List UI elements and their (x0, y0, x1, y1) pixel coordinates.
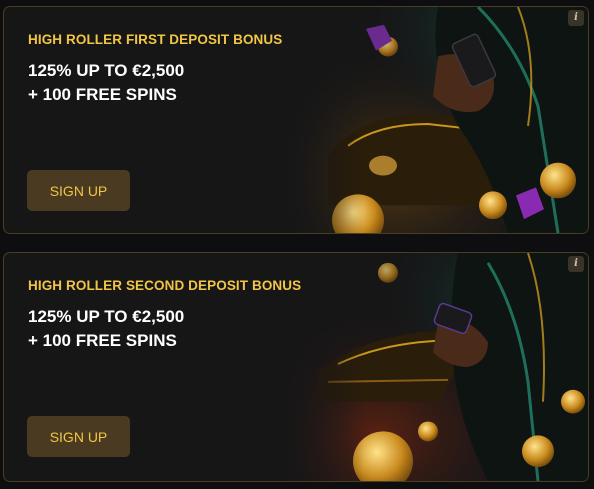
bonus-offer: 125% UP TO €2,500 + 100 FREE SPINS (28, 59, 184, 107)
bonus-card-second-deposit: HIGH ROLLER SECOND DEPOSIT BONUS 125% UP… (3, 252, 589, 482)
info-icon[interactable]: i (568, 10, 584, 26)
info-icon[interactable]: i (568, 256, 584, 272)
bonus-title: HIGH ROLLER SECOND DEPOSIT BONUS (28, 278, 302, 293)
bonus-offer: 125% UP TO €2,500 + 100 FREE SPINS (28, 305, 184, 353)
promotions-page: HIGH ROLLER FIRST DEPOSIT BONUS 125% UP … (0, 0, 594, 489)
sign-up-button[interactable]: SIGN UP (27, 170, 130, 211)
offer-free-spins: + 100 FREE SPINS (28, 331, 177, 350)
sign-up-button[interactable]: SIGN UP (27, 416, 130, 457)
offer-amount: 125% UP TO €2,500 (28, 61, 185, 80)
bonus-title: HIGH ROLLER FIRST DEPOSIT BONUS (28, 32, 283, 47)
bonus-card-first-deposit: HIGH ROLLER FIRST DEPOSIT BONUS 125% UP … (3, 6, 589, 234)
offer-free-spins: + 100 FREE SPINS (28, 85, 177, 104)
offer-amount: 125% UP TO €2,500 (28, 307, 185, 326)
